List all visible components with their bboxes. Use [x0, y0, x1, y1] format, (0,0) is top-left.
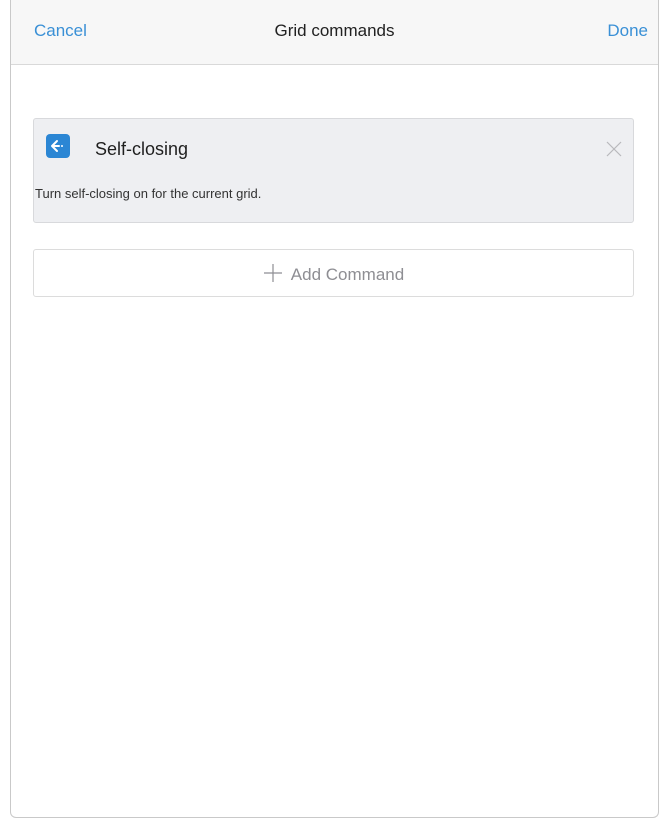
page-title: Grid commands	[274, 21, 395, 40]
grid-commands-sheet: Cancel Grid commands Done Self-closing T…	[10, 0, 659, 818]
add-command-button[interactable]: Add Command	[33, 249, 634, 297]
done-button[interactable]: Done	[607, 21, 648, 41]
add-command-label: Add Command	[290, 265, 405, 284]
navigation-bar: Cancel Grid commands Done	[11, 0, 658, 65]
plus-icon	[263, 263, 283, 283]
add-command-content: Add Command	[34, 263, 633, 285]
command-title: Self-closing	[95, 139, 189, 159]
close-icon[interactable]	[605, 140, 623, 158]
arrow-left-icon	[46, 134, 70, 158]
command-item-self-closing[interactable]: Self-closing Turn self-closing on for th…	[33, 118, 634, 223]
command-description: Turn self-closing on for the current gri…	[35, 186, 262, 201]
